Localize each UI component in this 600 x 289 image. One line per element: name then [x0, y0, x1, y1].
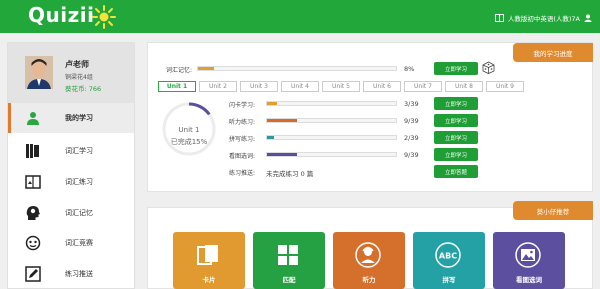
abc-icon: ABC	[435, 242, 461, 268]
ring-subtitle: 已完成15%	[170, 138, 208, 146]
sidebar-item-my-study[interactable]: 我的学习	[8, 103, 134, 133]
vocab-memory-label: 词汇记忆:	[166, 67, 193, 74]
tab-unit-3[interactable]: Unit 3	[240, 81, 278, 92]
tab-unit-7[interactable]: Unit 7	[404, 81, 442, 92]
top-right-area: 人教版初中英语(人教)7A	[494, 13, 592, 23]
progress-row-bar	[266, 152, 397, 157]
progress-row-study-button[interactable]: 立即学习	[434, 131, 478, 144]
practice-push-answer-button[interactable]: 立即答题	[434, 165, 478, 178]
tile-label: 匹配	[282, 276, 296, 284]
app-logo[interactable]: Quizii	[28, 3, 94, 27]
progress-row-value: 3/39	[404, 100, 419, 108]
svg-text:ABC: ABC	[439, 252, 457, 261]
practice-push-label: 练习推送:	[229, 170, 256, 177]
user-icon[interactable]	[584, 14, 592, 22]
sidebar-item-label: 词汇竞赛	[65, 239, 93, 247]
tile-label: 拼写	[442, 276, 456, 284]
recommend-tile-listening-person[interactable]: 听力	[333, 232, 405, 289]
tab-unit-8[interactable]: Unit 8	[445, 81, 483, 92]
brain-head-icon	[26, 206, 40, 220]
dice-icon[interactable]	[482, 61, 495, 74]
progress-row-bar-fill	[267, 153, 297, 156]
student-icon	[27, 112, 39, 125]
sidebar-item-vocab-practice[interactable]: 词汇练习	[8, 167, 134, 197]
recommend-tile-grid-match[interactable]: 匹配	[253, 232, 325, 289]
progress-row-label: 看图选词:	[229, 153, 256, 160]
tile-label: 卡片	[202, 276, 216, 284]
recommend-tile-abc[interactable]: ABC 拼写	[413, 232, 485, 289]
sidebar-item-label: 词汇记忆	[65, 209, 93, 217]
tab-unit-6[interactable]: Unit 6	[363, 81, 401, 92]
progress-row-bar-fill	[267, 136, 274, 139]
profile-class: 铜梁花4组	[65, 74, 93, 81]
textbook-icon	[494, 14, 504, 22]
vocab-memory-percent: 8%	[404, 65, 415, 73]
textbook-selector[interactable]: 人教版初中英语(人教)7A	[508, 13, 580, 23]
tab-unit-1[interactable]: Unit 1	[158, 81, 196, 92]
progress-row-study-button[interactable]: 立即学习	[434, 148, 478, 161]
sidebar-item-vocab-memory[interactable]: 词汇记忆	[8, 198, 134, 228]
sidebar-item-label: 练习推送	[65, 270, 93, 278]
practice-push-value: 未完成练习 0 篇	[266, 170, 314, 178]
profile-name: 卢老师	[65, 60, 89, 69]
progress-row-value: 2/39	[404, 134, 419, 142]
sidebar-item-label: 我的学习	[65, 114, 93, 122]
tab-unit-4[interactable]: Unit 4	[281, 81, 319, 92]
recommend-tile-picture[interactable]: 看图选词	[493, 232, 565, 289]
progress-row-label: 闪卡学习:	[229, 102, 256, 109]
vocab-memory-bar	[197, 66, 397, 71]
vocab-memory-bar-fill	[198, 67, 214, 70]
recommend-tile-flashcard[interactable]: 卡片	[173, 232, 245, 289]
progress-row-bar	[266, 135, 397, 140]
tab-unit-2[interactable]: Unit 2	[199, 81, 237, 92]
sidebar-item-vocab-contest[interactable]: 词汇竞赛	[8, 228, 134, 258]
vocab-memory-study-button[interactable]: 立即学习	[434, 62, 478, 75]
sun-logo-icon	[92, 5, 116, 29]
sidebar: 卢老师 铜梁花4组 葵花币: 766 我的学习 词汇学习 词汇练习 词汇记忆 词…	[7, 42, 135, 289]
progress-row-bar-fill	[267, 102, 277, 105]
progress-row-label: 拼写练习:	[229, 136, 256, 143]
sidebar-item-vocab-study[interactable]: 词汇学习	[8, 136, 134, 166]
profile-coins: 葵花币: 766	[65, 85, 102, 93]
progress-row-value: 9/39	[404, 151, 419, 159]
tab-unit-5[interactable]: Unit 5	[322, 81, 360, 92]
flashcard-icon	[197, 245, 218, 265]
progress-row-bar	[266, 101, 397, 106]
tile-label: 看图选词	[516, 276, 542, 284]
progress-row-value: 9/39	[404, 117, 419, 125]
listening-person-icon	[355, 242, 381, 268]
picture-icon	[515, 242, 541, 268]
pencil-icon	[25, 266, 41, 282]
book-icon	[26, 144, 39, 158]
progress-row-label: 听力练习:	[229, 119, 256, 126]
avatar	[25, 56, 53, 89]
tile-label: 听力	[362, 276, 376, 284]
progress-row-bar	[266, 118, 397, 123]
grid-match-icon	[278, 245, 298, 265]
tab-unit-9[interactable]: Unit 9	[486, 81, 524, 92]
progress-row-study-button[interactable]: 立即学习	[434, 97, 478, 110]
top-bar: Quizii 人教版初中英语(人教)7A	[0, 0, 600, 33]
sidebar-item-label: 词汇学习	[65, 147, 93, 155]
sidebar-item-label: 词汇练习	[65, 178, 93, 186]
recommend-ribbon: 葵小仔推荐	[513, 201, 593, 220]
sidebar-item-practice-push[interactable]: 练习推送	[8, 259, 134, 289]
competition-icon	[25, 235, 41, 251]
profile-card: 卢老师 铜梁花4组 葵花币: 766	[8, 43, 134, 103]
ring-unit-title: Unit 1	[178, 126, 200, 134]
progress-ribbon: 我的学习进度	[513, 43, 593, 62]
practice-book-icon	[25, 175, 41, 189]
progress-row-bar-fill	[267, 119, 297, 122]
progress-row-study-button[interactable]: 立即学习	[434, 114, 478, 127]
